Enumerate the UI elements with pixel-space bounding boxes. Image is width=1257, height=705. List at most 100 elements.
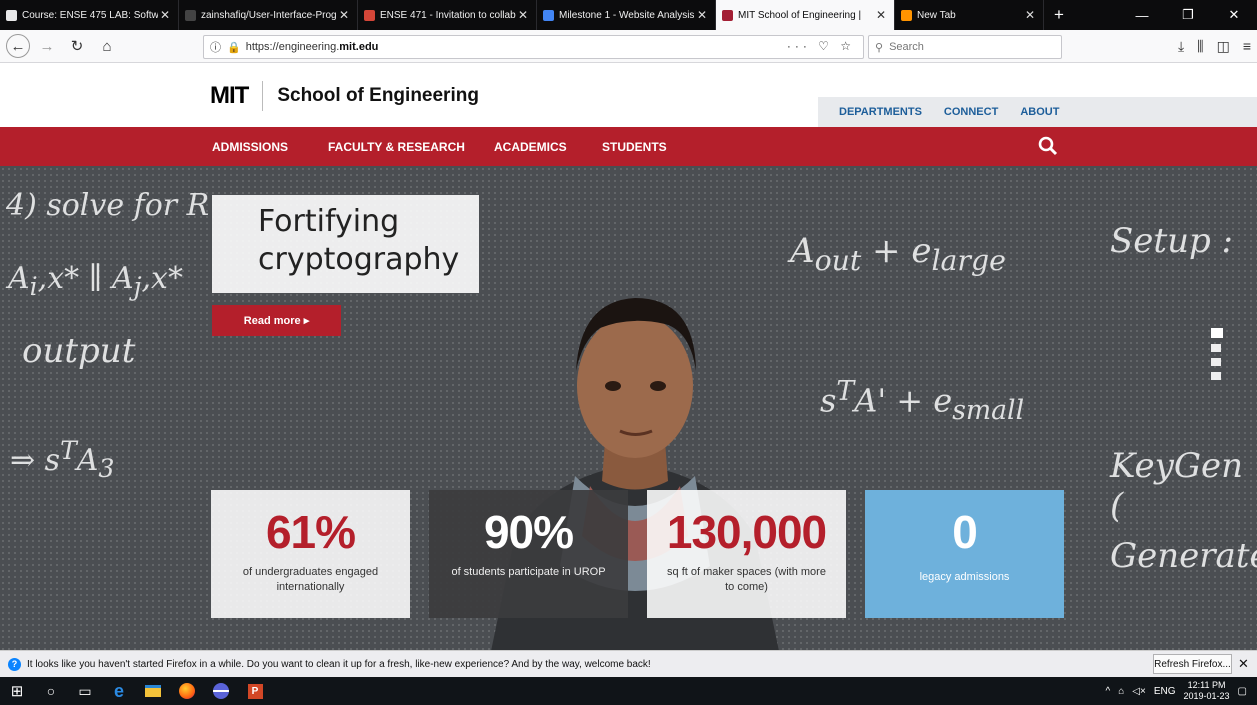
tab-favicon xyxy=(364,9,375,21)
forward-icon[interactable]: → xyxy=(34,33,60,59)
browser-tab[interactable]: New Tab ✕ xyxy=(895,0,1044,30)
info-icon: ? xyxy=(8,657,21,671)
close-icon[interactable]: ✕ xyxy=(1238,656,1249,672)
main-nav-students[interactable]: STUDENTS xyxy=(602,140,667,154)
hero-headline-line: Fortifying xyxy=(258,204,400,239)
tab-close-icon[interactable]: ✕ xyxy=(158,8,172,22)
search-input[interactable]: ⚲ Search xyxy=(868,35,1062,59)
mit-logo: MIT xyxy=(210,82,249,109)
info-icon[interactable]: ⓘ xyxy=(210,39,221,55)
slide-dot-active[interactable] xyxy=(1211,328,1223,338)
main-nav-faculty-research[interactable]: FACULTY & RESEARCH xyxy=(328,140,465,154)
tab-close-icon[interactable]: ✕ xyxy=(516,8,530,22)
tab-favicon xyxy=(722,9,733,21)
notification-bar: ? It looks like you haven't started Fire… xyxy=(0,650,1257,677)
tab-title: Milestone 1 - Website Analysis xyxy=(559,9,695,21)
stat-caption: of undergraduates engaged internationall… xyxy=(242,566,379,593)
utility-nav: DEPARTMENTS CONNECT ABOUT xyxy=(818,97,1257,127)
stat-caption: sq ft of maker spaces (with more to come… xyxy=(667,566,826,593)
chalk-writing: sTA' + esmall xyxy=(820,376,1025,427)
read-more-button[interactable]: Read more ▸ xyxy=(212,305,341,336)
utility-nav-connect[interactable]: CONNECT xyxy=(944,106,998,118)
url-actions[interactable]: ··· ♡ ☆ xyxy=(787,39,855,53)
stat-value: 130,000 xyxy=(666,506,827,558)
powerpoint-icon[interactable]: P xyxy=(238,677,272,705)
reload-icon[interactable]: ↻ xyxy=(64,33,90,59)
url-bar[interactable]: ⓘ 🔒 https://engineering. mit.edu ··· ♡ ☆ xyxy=(203,35,864,59)
system-tray: ^ ⌂ ◁× ENG 12:11 PM 2019-01-23 ▢ xyxy=(1106,677,1247,705)
hero-banner: 4) solve for R Ai,x* ∥ Aj,x* output ⇒ sT… xyxy=(0,166,1257,650)
tray-chevron-icon[interactable]: ^ xyxy=(1106,686,1111,697)
refresh-firefox-button[interactable]: Refresh Firefox... xyxy=(1153,654,1232,674)
main-nav-admissions[interactable]: ADMISSIONS xyxy=(212,140,288,154)
edge-icon[interactable]: e xyxy=(102,677,136,705)
tab-favicon xyxy=(543,9,554,21)
stat-caption: legacy admissions xyxy=(919,571,1010,583)
slide-dot[interactable] xyxy=(1211,344,1221,352)
tab-close-icon[interactable]: ✕ xyxy=(695,8,709,22)
notification-message: It looks like you haven't started Firefo… xyxy=(27,658,651,670)
tab-close-icon[interactable]: ✕ xyxy=(1023,8,1037,22)
chalk-writing: Generate xyxy=(1110,536,1257,576)
windows-start-icon[interactable]: ⊞ xyxy=(0,677,34,705)
hero-headline-box[interactable]: Fortifying cryptography xyxy=(212,195,479,293)
menu-icon[interactable]: ≡ xyxy=(1243,38,1251,55)
browser-tab[interactable]: zainshafiq/User-Interface-Prog ✕ xyxy=(179,0,358,30)
close-window-icon[interactable]: ✕ xyxy=(1211,0,1257,30)
restore-icon[interactable]: ❐ xyxy=(1165,0,1211,30)
tab-title: zainshafiq/User-Interface-Prog xyxy=(201,9,337,21)
tab-favicon xyxy=(185,9,196,21)
library-icon[interactable]: ⫼ xyxy=(1197,38,1203,55)
stat-caption: of students participate in UROP xyxy=(451,566,606,578)
search-icon: ⚲ xyxy=(875,41,884,54)
home-icon[interactable]: ⌂ xyxy=(94,33,120,59)
tab-close-icon[interactable]: ✕ xyxy=(337,8,351,22)
browser-tab[interactable]: Course: ENSE 475 LAB: Software Te✕ xyxy=(0,0,179,30)
chalk-writing: Setup : xyxy=(1110,221,1234,261)
firefox-icon[interactable] xyxy=(170,677,204,705)
tab-close-icon[interactable]: ✕ xyxy=(874,8,888,22)
hero-headline-line: cryptography xyxy=(258,242,460,277)
task-view-icon[interactable]: ▭ xyxy=(68,677,102,705)
back-icon[interactable]: ← xyxy=(6,34,30,58)
slide-dot[interactable] xyxy=(1211,358,1221,366)
lock-icon: 🔒 xyxy=(227,41,241,54)
site-title: School of Engineering xyxy=(277,85,479,106)
cortana-search-icon[interactable]: ○ xyxy=(34,677,68,705)
tab-list: Course: ENSE 475 LAB: Software Te✕zainsh… xyxy=(0,0,1044,30)
window-controls: — ❐ ✕ xyxy=(1119,0,1257,30)
app-icon[interactable] xyxy=(204,677,238,705)
stat-card: 130,000 sq ft of maker spaces (with more… xyxy=(647,490,846,618)
browser-tab-strip: Course: ENSE 475 LAB: Software Te✕zainsh… xyxy=(0,0,1257,30)
chalk-writing: KeyGen ( xyxy=(1110,446,1243,526)
chalk-writing: Aout + elarge xyxy=(790,231,1006,277)
browser-tab[interactable]: ENSE 471 - Invitation to collabo ✕ xyxy=(358,0,537,30)
stat-value: 90% xyxy=(483,506,574,558)
minimize-icon[interactable]: — xyxy=(1119,0,1165,30)
tab-title: New Tab xyxy=(917,9,956,21)
slide-dot[interactable] xyxy=(1211,372,1221,380)
site-logo[interactable]: MIT School of Engineering xyxy=(210,81,479,111)
sidebar-icon[interactable]: ◫ xyxy=(1217,38,1230,55)
notification-center-icon[interactable]: ▢ xyxy=(1238,686,1247,697)
file-explorer-icon[interactable] xyxy=(136,677,170,705)
toolbar-icons: ⤓ ⫼ ◫ ≡ xyxy=(1178,38,1251,55)
url-host: mit.edu xyxy=(339,41,379,53)
browser-tab[interactable]: Milestone 1 - Website Analysis ✕ xyxy=(537,0,716,30)
clock[interactable]: 12:11 PM 2019-01-23 xyxy=(1184,680,1230,702)
taskbar: ⊞ ○ ▭ e P ^ ⌂ ◁× ENG 12:11 PM 2019-01-23… xyxy=(0,677,1257,705)
chalk-writing: output xyxy=(22,331,136,371)
stat-value: 0 xyxy=(952,506,978,558)
volume-icon[interactable]: ◁× xyxy=(1132,686,1146,697)
download-icon[interactable]: ⤓ xyxy=(1178,38,1184,55)
main-nav-academics[interactable]: ACADEMICS xyxy=(494,140,567,154)
new-tab-button[interactable]: + xyxy=(1044,0,1074,30)
chalk-writing: ⇒ sTA3 xyxy=(10,436,115,483)
utility-nav-about[interactable]: ABOUT xyxy=(1020,106,1059,118)
utility-nav-departments[interactable]: DEPARTMENTS xyxy=(839,106,922,118)
language-indicator[interactable]: ENG xyxy=(1154,686,1176,697)
browser-toolbar: ← → ↻ ⌂ ⓘ 🔒 https://engineering. mit.edu … xyxy=(0,30,1257,63)
browser-tab[interactable]: MIT School of Engineering | ✕ xyxy=(716,0,895,30)
site-search-icon[interactable] xyxy=(1038,136,1058,156)
network-icon[interactable]: ⌂ xyxy=(1118,686,1124,697)
